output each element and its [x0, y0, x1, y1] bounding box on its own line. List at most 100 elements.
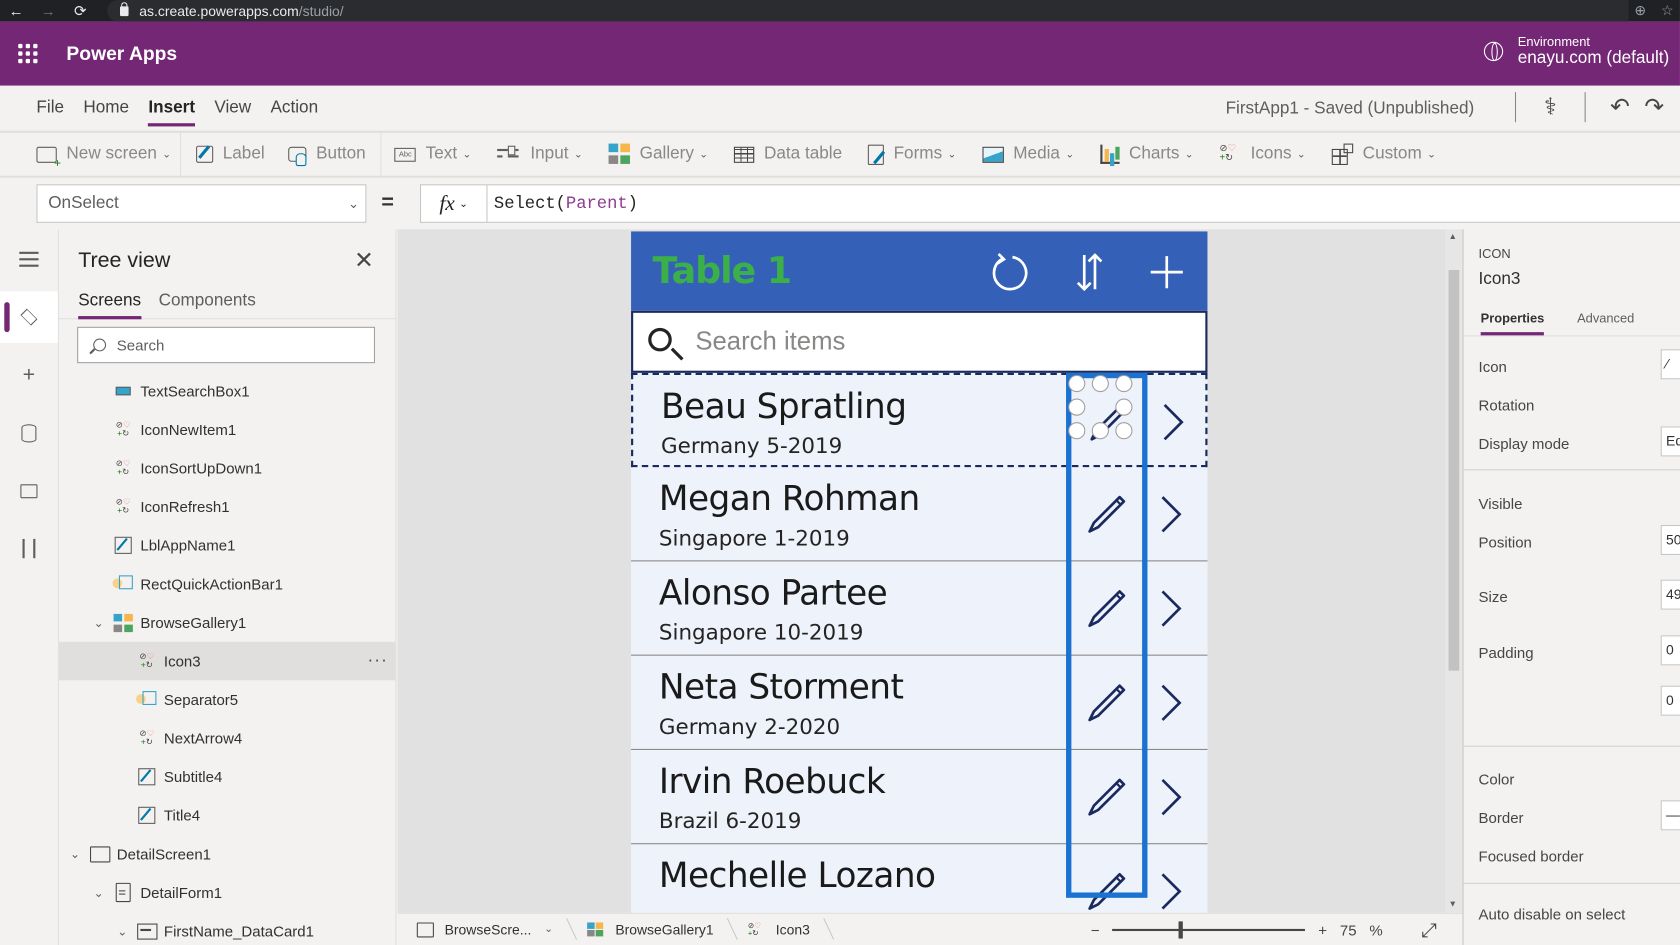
reload-icon[interactable]: ⟳ — [64, 2, 96, 20]
chevron-down-icon[interactable]: ⌄ — [115, 924, 130, 938]
undo-icon[interactable]: ↶ — [1603, 93, 1637, 121]
environment-picker[interactable]: Environment enayu.com (default) — [1483, 34, 1669, 68]
collapse-menu-button[interactable] — [0, 234, 58, 285]
gallery-item[interactable]: Alonso Partee Singapore 10-2019 — [631, 561, 1208, 656]
browse-gallery[interactable]: Beau Spratling Germany 5-2019 Megan Rohman… — [631, 372, 1208, 913]
edit-pencil-icon[interactable] — [1081, 677, 1132, 728]
zoom-slider-thumb[interactable] — [1178, 921, 1183, 939]
insert-data-table-button[interactable]: Data table — [717, 133, 851, 176]
app-name-label[interactable]: Table 1 — [652, 250, 792, 293]
resize-handles[interactable] — [1068, 374, 1139, 445]
gallery-item[interactable]: Mechelle Lozano — [631, 844, 1207, 913]
insert-charts-dropdown[interactable]: Charts ⌄ — [1083, 133, 1202, 176]
tree-node[interactable]: Subtitle4 — [59, 757, 395, 796]
border-style-picker[interactable]: — — [1660, 800, 1680, 831]
zoom-out-button[interactable]: − — [1091, 921, 1100, 938]
insert-label-button[interactable]: Label — [181, 133, 273, 176]
chevron-down-icon[interactable]: ⌄ — [67, 847, 82, 861]
new-screen-button[interactable]: New screen ⌄ — [0, 133, 180, 176]
insert-text-dropdown[interactable]: Abc Text ⌄ — [382, 133, 480, 176]
refresh-icon[interactable] — [987, 251, 1030, 294]
app-checker-stethoscope-icon[interactable]: ⚕ — [1533, 93, 1567, 121]
tree-node[interactable]: Title4 — [59, 796, 395, 835]
tab-components[interactable]: Components — [159, 291, 256, 310]
menu-insert[interactable]: Insert — [148, 94, 195, 127]
forward-icon[interactable]: → — [32, 2, 64, 19]
next-arrow-icon[interactable] — [1158, 493, 1184, 536]
tab-advanced[interactable]: Advanced — [1577, 311, 1634, 326]
more-options-icon[interactable]: ··· — [368, 651, 388, 670]
sort-up-down-icon[interactable] — [1068, 251, 1111, 294]
data-button[interactable] — [0, 407, 58, 458]
tree-node[interactable]: ⊘♡ +↻ IconSortUpDown1 — [59, 449, 395, 488]
menu-view[interactable]: View — [214, 94, 251, 122]
control-name[interactable]: Icon3 — [1479, 270, 1521, 289]
tree-node[interactable]: ⊘♡ +↻ IconNewItem1 — [59, 410, 395, 449]
edit-pencil-icon[interactable] — [1081, 866, 1132, 913]
search-items-input[interactable]: Search items — [631, 310, 1208, 373]
chevron-down-icon[interactable]: ⌄ — [91, 616, 106, 630]
app-launcher-button[interactable] — [0, 43, 56, 64]
scrollbar-thumb[interactable] — [1448, 269, 1460, 671]
breadcrumb-icon3[interactable]: ⊘♡ +↻ Icon3 — [729, 914, 825, 945]
tree-view-button[interactable] — [0, 291, 58, 343]
add-new-item-icon[interactable] — [1145, 251, 1188, 294]
formula-input[interactable]: fx ⌄ Select(Parent) — [419, 184, 1680, 223]
media-button[interactable] — [0, 465, 58, 516]
insert-forms-dropdown[interactable]: Forms ⌄ — [851, 133, 965, 176]
canvas-scrollbar[interactable]: ▲ ▼ — [1445, 229, 1463, 913]
tab-screens[interactable]: Screens — [78, 291, 141, 320]
next-arrow-icon[interactable] — [1158, 587, 1184, 630]
next-arrow-icon[interactable] — [1158, 776, 1184, 819]
redo-icon[interactable]: ↷ — [1637, 93, 1671, 121]
insert-input-dropdown[interactable]: Input ⌄ — [480, 133, 591, 176]
menu-file[interactable]: File — [36, 94, 64, 122]
menu-action[interactable]: Action — [270, 94, 318, 122]
next-arrow-icon[interactable] — [1160, 401, 1186, 444]
scroll-down-icon[interactable]: ▼ — [1449, 899, 1457, 909]
zoom-slider[interactable] — [1112, 921, 1306, 939]
next-arrow-icon[interactable] — [1158, 681, 1184, 724]
formula-text[interactable]: Select(Parent) — [487, 194, 638, 213]
property-dropdown[interactable]: OnSelect ⌄ — [36, 184, 367, 223]
edit-pencil-icon[interactable] — [1081, 489, 1132, 540]
gallery-item[interactable]: Irvin Roebuck Brazil 6-2019 — [631, 750, 1208, 845]
tree-node[interactable]: ⊘♡ +↻ IconRefresh1 — [59, 487, 395, 526]
chevron-down-icon[interactable]: ⌄ — [91, 886, 106, 900]
edit-pencil-icon[interactable] — [1081, 771, 1132, 822]
gallery-item[interactable]: Megan Rohman Singapore 1-2019 — [631, 467, 1208, 562]
zoom-icon[interactable]: ⊕ — [1634, 2, 1646, 19]
tree-node[interactable]: ⌄ FirstName_DataCard1 — [59, 912, 395, 945]
display-mode-dropdown[interactable]: Edit — [1660, 426, 1680, 457]
insert-button-button[interactable]: Button — [273, 133, 380, 176]
icon-picker[interactable]: ⁄ — [1660, 349, 1680, 380]
tree-node[interactable]: ⊘♡ +↻ Icon3 ··· — [58, 641, 396, 681]
edit-pencil-icon[interactable] — [1081, 583, 1132, 634]
browse-screen-preview[interactable]: Table 1 Search items Beau Spratling Germa… — [631, 231, 1208, 913]
tree-node[interactable]: LblAppName1 — [59, 526, 395, 565]
advanced-tools-button[interactable] — [0, 523, 58, 574]
position-x-input[interactable]: 504 — [1660, 524, 1680, 555]
back-icon[interactable]: ← — [0, 2, 32, 19]
tree-node[interactable]: ⌄ BrowseGallery1 — [59, 603, 395, 642]
padding-top-input[interactable]: 0 — [1660, 635, 1680, 666]
address-bar[interactable]: as.create.powerapps.com /studio/ — [107, 0, 1629, 22]
tree-node[interactable]: TextSearchBox1 — [59, 372, 395, 411]
size-width-input[interactable]: 49 — [1660, 579, 1680, 610]
insert-button[interactable]: + — [0, 349, 58, 400]
tree-node[interactable]: ⌄ DetailScreen1 — [59, 835, 395, 874]
tree-node[interactable]: ⌄ DetailForm1 — [59, 873, 395, 912]
tab-properties[interactable]: Properties — [1480, 311, 1545, 336]
gallery-item[interactable]: Neta Storment Germany 2-2020 — [631, 656, 1208, 750]
tree-node[interactable]: Separator5 — [59, 680, 395, 719]
tree-node[interactable]: ⊘♡ +↻ NextArrow4 — [59, 719, 395, 758]
close-icon[interactable]: ✕ — [354, 246, 374, 274]
insert-gallery-dropdown[interactable]: Gallery ⌄ — [591, 133, 716, 176]
breadcrumb-gallery[interactable]: BrowseGallery1 — [568, 914, 728, 945]
zoom-in-button[interactable]: + — [1318, 921, 1327, 938]
padding-bottom-input[interactable]: 0 — [1660, 685, 1680, 716]
fx-function-button[interactable]: fx ⌄ — [421, 185, 488, 222]
insert-custom-dropdown[interactable]: Custom ⌄ — [1314, 133, 1444, 176]
insert-icons-dropdown[interactable]: ⊘♡ +↻ Icons ⌄ — [1202, 133, 1314, 176]
tree-search-input[interactable]: Search — [77, 326, 375, 364]
